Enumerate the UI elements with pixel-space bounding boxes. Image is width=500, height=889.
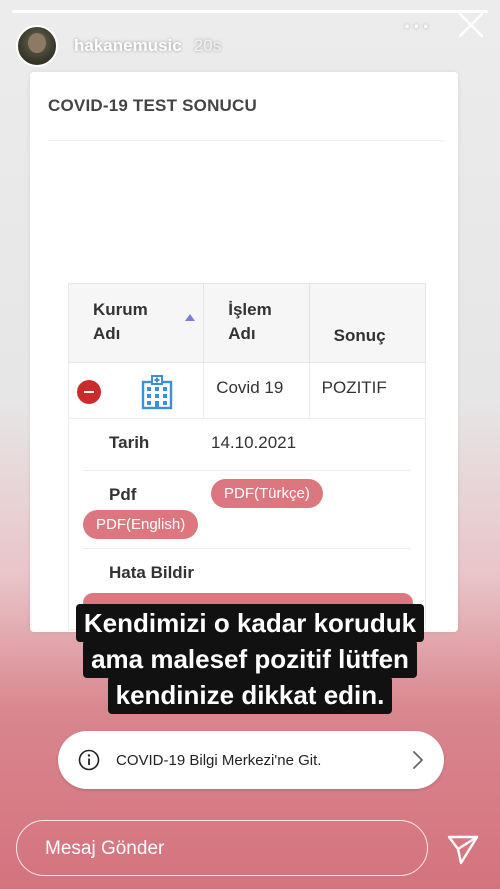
story-progress-bar [12, 10, 488, 13]
more-options-icon[interactable]: ··· [404, 14, 432, 40]
cell-institution [69, 363, 205, 418]
detail-pdf: Pdf PDF(Türkçe) PDF(English) [83, 471, 411, 549]
column-header-procedure: İşlem Adı [204, 284, 310, 362]
date-value: 14.10.2021 [211, 433, 297, 452]
detail-date: Tarih 14.10.2021 [83, 419, 411, 471]
send-icon[interactable] [446, 832, 480, 866]
document-title: COVID-19 TEST SONUCU [48, 96, 257, 115]
report-error-label: Hata Bildir [109, 563, 195, 582]
hospital-icon [141, 375, 173, 410]
username[interactable]: hakanemusic [74, 36, 182, 56]
result-table: Kurum Adı İşlem Adı Sonuç Covid 19 POZIT… [68, 283, 426, 630]
cell-result: POZITIF [321, 378, 387, 397]
caption-line: ama malesef pozitif lütfen [83, 640, 417, 678]
test-result-screenshot: COVID-19 TEST SONUCU Kurum Adı İşlem Adı… [30, 72, 458, 632]
post-time: 20s [193, 36, 222, 55]
info-icon [78, 749, 100, 771]
date-label: Tarih [109, 433, 150, 452]
table-header: Kurum Adı İşlem Adı Sonuç [68, 283, 426, 363]
caption-line: Kendimizi o kadar koruduk [75, 604, 425, 642]
pdf-turkish-button[interactable]: PDF(Türkçe) [211, 479, 323, 508]
cell-procedure: Covid 19 [204, 363, 310, 418]
pdf-label: Pdf [109, 485, 137, 504]
message-placeholder: Mesaj Gönder [45, 838, 165, 859]
avatar[interactable] [16, 25, 58, 67]
link-label: COVID-19 Bilgi Merkezi'ne Git. [116, 751, 322, 769]
table-row: Covid 19 POZITIF [68, 363, 426, 419]
row-details: Tarih 14.10.2021 Pdf PDF(Türkçe) PDF(Eng… [68, 419, 426, 630]
divider [48, 140, 444, 141]
column-header-result: Sonuç [310, 284, 425, 362]
pdf-english-button[interactable]: PDF(English) [83, 510, 199, 539]
column-header-institution: Kurum Adı [69, 284, 205, 362]
covid-info-center-link[interactable]: COVID-19 Bilgi Merkezi'ne Git. [58, 731, 444, 789]
caption-line: kendinize dikkat edin. [107, 676, 393, 714]
sort-ascending-icon [185, 314, 196, 321]
column-header-label: Kurum Adı [93, 300, 148, 343]
story-caption: Kendimizi o kadar koruduk ama malesef po… [0, 604, 500, 714]
column-header-label: İşlem Adı [228, 300, 272, 343]
close-icon[interactable] [456, 10, 486, 40]
column-header-label: Sonuç [333, 326, 386, 345]
chevron-right-icon [413, 751, 423, 769]
story-progress-fill [12, 10, 488, 13]
message-input[interactable]: Mesaj Gönder [16, 820, 428, 876]
collapse-icon [77, 380, 101, 404]
